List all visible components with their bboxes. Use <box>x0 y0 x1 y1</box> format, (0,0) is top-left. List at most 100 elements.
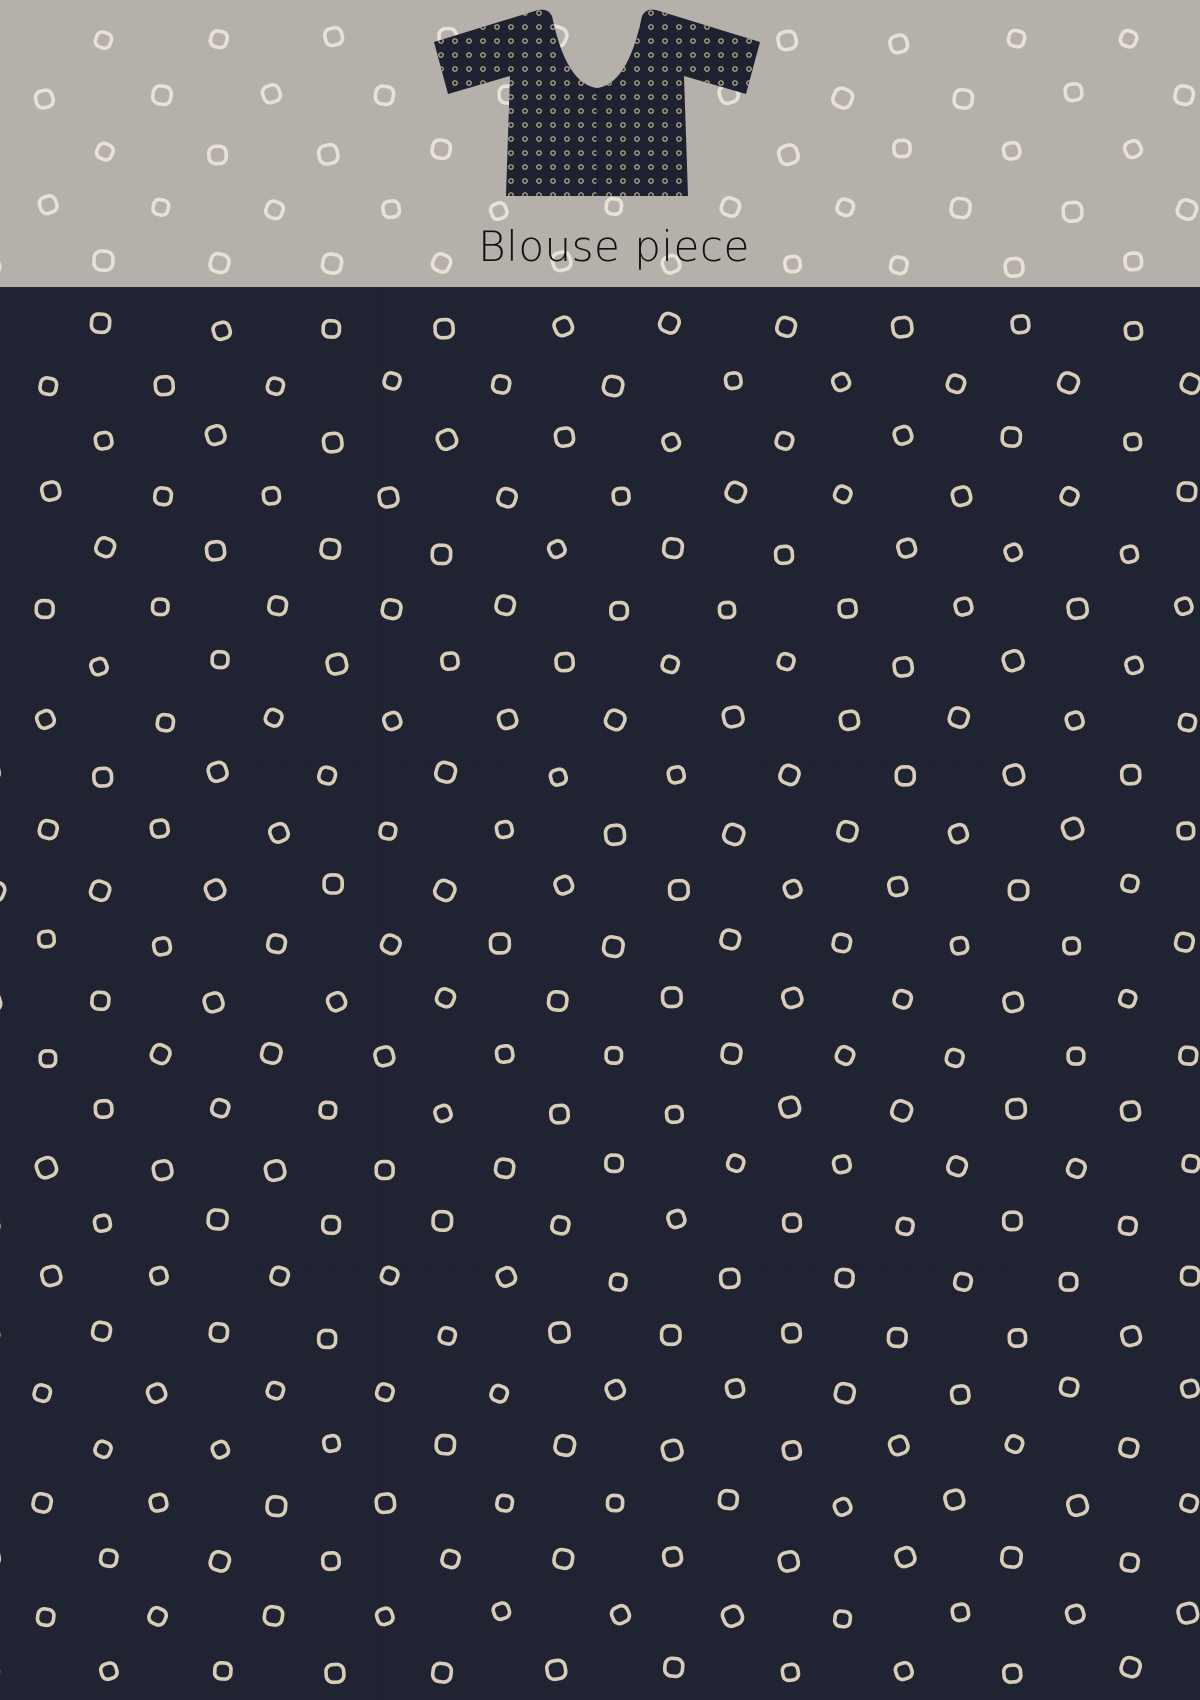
saree-body-section <box>0 287 1200 1700</box>
blouse-piece-section: Blouse piece <box>0 0 1200 287</box>
bandhani-dot <box>831 932 853 954</box>
bandhani-dot <box>1179 1265 1200 1287</box>
bandhani-dot <box>325 990 348 1013</box>
bandhani-dot <box>263 707 284 728</box>
bandhani-dot <box>1119 763 1142 786</box>
bandhani-dot <box>1000 426 1023 448</box>
bandhani-dot <box>886 875 909 898</box>
bandhani-dot <box>434 1433 457 1456</box>
bandhani-dot <box>374 1382 395 1403</box>
bandhani-dot <box>552 315 575 338</box>
bandhani-dot <box>895 1216 915 1237</box>
bandhani-dot <box>324 1662 346 1685</box>
bandhani-dot <box>778 1095 802 1119</box>
bandhani-dot <box>151 936 173 957</box>
bandhani-dot <box>1058 1271 1079 1292</box>
bandhani-dot <box>724 1378 746 1399</box>
bandhani-dot <box>320 1550 342 1572</box>
bandhani-dot <box>886 1326 908 1349</box>
bandhani-dot <box>494 1043 515 1065</box>
bandhani-dot <box>999 1545 1024 1569</box>
bandhani-dot <box>547 1320 571 1344</box>
bandhani-dot <box>1010 314 1031 335</box>
bandhani-dot <box>210 1439 231 1460</box>
bandhani-dot <box>489 1383 510 1404</box>
saree-swatch: Blouse piece <box>0 0 1200 1700</box>
bandhani-dot <box>943 1488 966 1511</box>
bandhani-dot <box>947 706 971 729</box>
bandhani-dot <box>259 1041 283 1065</box>
bandhani-dot <box>1118 28 1139 49</box>
bandhani-dot <box>374 1606 395 1627</box>
bandhani-dot <box>151 1159 174 1182</box>
bandhani-dot <box>488 932 512 955</box>
bandhani-dot <box>782 878 803 900</box>
bandhani-dot <box>836 819 859 843</box>
bandhani-dot <box>322 873 345 895</box>
bandhani-dot <box>1173 931 1196 953</box>
bandhani-dot <box>381 199 402 220</box>
bandhani-dot <box>263 199 286 221</box>
bandhani-dot <box>1066 597 1089 621</box>
bandhani-dot <box>889 1099 914 1123</box>
bandhani-dot <box>832 1609 853 1629</box>
bandhani-dot <box>660 1438 684 1462</box>
bandhani-dot <box>1004 1434 1025 1455</box>
bandhani-dot <box>603 708 627 732</box>
bandhani-dot <box>93 1098 114 1120</box>
bandhani-dot <box>604 1045 624 1065</box>
bandhani-dot <box>207 144 229 166</box>
bandhani-dot <box>34 1155 59 1180</box>
bandhani-dot <box>546 989 569 1013</box>
bandhani-dot <box>892 138 912 159</box>
bandhani-dot <box>837 598 858 619</box>
bandhani-dot <box>724 480 748 504</box>
bandhani-dot <box>379 1265 400 1286</box>
bandhani-dot <box>209 1097 231 1119</box>
bandhani-dot <box>265 933 288 955</box>
bandhani-dot <box>34 598 55 620</box>
bandhani-dot <box>1176 1601 1200 1625</box>
bandhani-dot <box>380 598 403 621</box>
bandhani-dot <box>92 1213 113 1234</box>
bandhani-dot <box>833 1381 857 1405</box>
bandhani-dot <box>321 318 342 339</box>
bandhani-dot <box>831 1154 853 1175</box>
bandhani-dot <box>659 1324 682 1347</box>
bandhani-dot <box>495 1493 515 1513</box>
bandhani-dot <box>719 928 742 951</box>
bandhani-dot <box>546 539 567 560</box>
bandhani-dot <box>262 1604 285 1627</box>
bandhani-dot <box>319 537 342 560</box>
bandhani-dot <box>1003 542 1024 563</box>
bandhani-dot <box>1059 485 1080 507</box>
bandhani-dot <box>88 879 112 903</box>
bandhani-dot <box>374 1492 397 1515</box>
bandhani-dot <box>316 765 338 786</box>
bandhani-dot <box>35 1607 56 1628</box>
bandhani-dot <box>493 1157 516 1180</box>
bandhani-dot <box>89 312 112 335</box>
bandhani-dot <box>720 1604 745 1629</box>
bandhani-dot <box>890 315 914 339</box>
bandhani-dot <box>1007 879 1030 902</box>
bandhani-dot <box>609 1603 632 1626</box>
bandhani-dot <box>831 86 855 110</box>
bandhani-dot <box>488 201 509 222</box>
bandhani-dot <box>888 33 910 55</box>
bandhani-dot <box>1179 1493 1200 1514</box>
bandhani-dot <box>31 1491 54 1514</box>
bandhani-dot <box>93 1439 113 1460</box>
bandhani-dot <box>0 879 7 903</box>
bandhani-dot <box>1007 1328 1028 1348</box>
bandhani-dot <box>0 1214 1 1236</box>
bandhani-dot <box>657 311 682 335</box>
bandhani-dot <box>661 1546 684 1568</box>
bandhani-dot <box>433 317 456 340</box>
bandhani-dot <box>608 1272 628 1292</box>
bandhani-dot <box>38 376 59 397</box>
bandhani-dot <box>553 426 576 448</box>
bandhani-dot <box>666 1208 687 1230</box>
bandhani-dot <box>377 486 400 509</box>
bandhani-dot <box>325 652 349 676</box>
